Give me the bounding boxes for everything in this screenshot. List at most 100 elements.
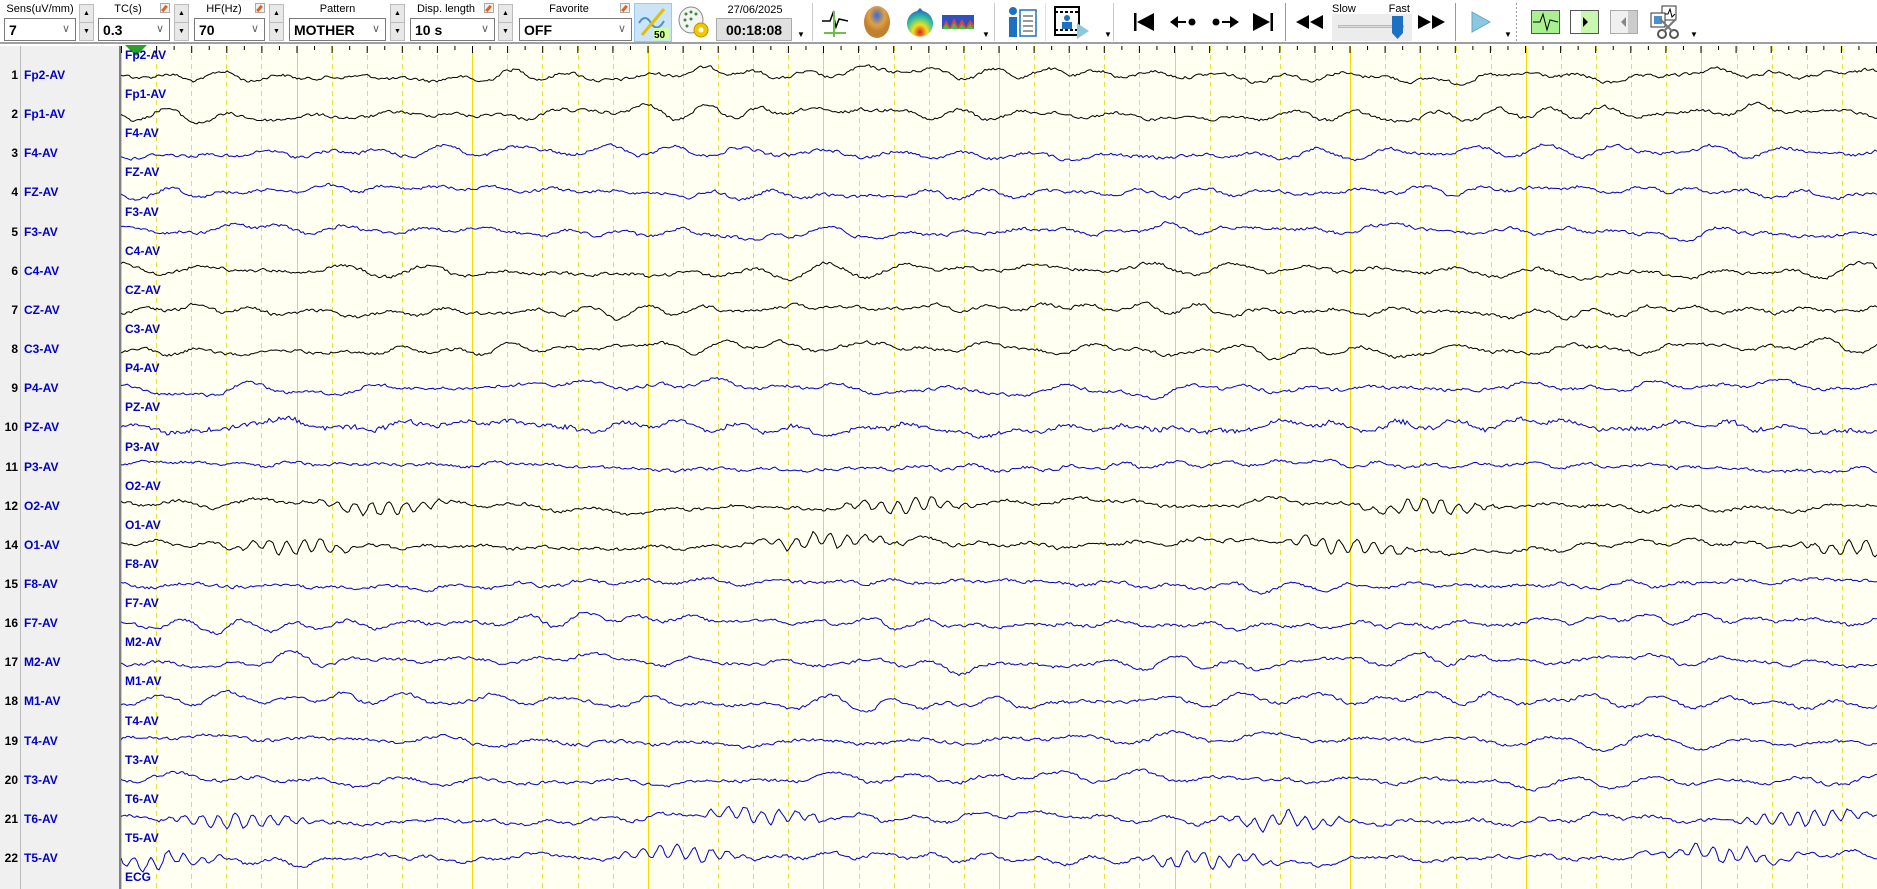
head-map-button[interactable] — [860, 5, 894, 39]
speed-slider[interactable]: Slow Fast — [1332, 3, 1412, 41]
edit-pen-icon[interactable] — [484, 3, 494, 13]
up-arrow-icon[interactable]: ▲ — [175, 5, 188, 23]
eeg-trace-area[interactable]: Fp2-AV Fp1-AV F4-AV FZ-AV F3-AV C4-AV CZ-AV C3-… — [121, 45, 1877, 889]
channel-number: 2 — [11, 107, 18, 122]
tc-select[interactable]: 0.3 ∨ — [98, 18, 170, 41]
channel-label: F8-AV — [24, 576, 58, 591]
channel-number: 11 — [5, 459, 18, 474]
fast-forward-button[interactable] — [1417, 5, 1447, 39]
step-back-button[interactable] — [1170, 5, 1198, 39]
tc-value: 0.3 — [103, 22, 123, 38]
head-3d-icon — [864, 6, 890, 38]
step-back-icon — [1170, 16, 1196, 28]
up-arrow-icon[interactable]: ▲ — [80, 5, 93, 23]
fast-forward-icon — [1418, 15, 1445, 29]
disp-length-value: 10 s — [415, 22, 443, 38]
down-arrow-icon[interactable]: ▼ — [80, 23, 93, 41]
trace-label: PZ-AV — [125, 400, 161, 415]
channel-number: 16 — [4, 616, 18, 631]
hf-value: 70 — [199, 22, 215, 38]
down-arrow-icon[interactable]: ▼ — [499, 23, 512, 41]
dropdown-arrow-icon[interactable]: ▼ — [797, 30, 805, 39]
disp-length-select[interactable]: 10 s ∨ — [410, 18, 495, 41]
dropdown-arrow-icon[interactable]: ▼ — [1504, 30, 1512, 39]
prev-event-button[interactable] — [1610, 5, 1638, 39]
chevron-down-icon: ∨ — [371, 23, 380, 35]
montage-settings-button[interactable] — [676, 5, 712, 39]
pattern-stepper[interactable]: ▲ ▼ — [390, 4, 405, 41]
rewind-button[interactable] — [1295, 5, 1325, 39]
channel-number: 12 — [4, 498, 18, 513]
clip-edit-button[interactable] — [1648, 5, 1684, 39]
video-button[interactable] — [1052, 5, 1090, 39]
channel-number: 21 — [4, 811, 18, 826]
channel-label: F4-AV — [24, 146, 58, 161]
up-arrow-icon[interactable]: ▲ — [270, 5, 283, 23]
sens-value: 7 — [9, 22, 17, 38]
channel-number: 17 — [4, 655, 18, 670]
favorite-select[interactable]: OFF ∨ — [519, 18, 632, 41]
spectrogram-button[interactable] — [941, 5, 975, 39]
up-arrow-icon[interactable]: ▲ — [499, 5, 512, 23]
chevron-down-icon: ∨ — [61, 23, 70, 35]
slider-thumb[interactable] — [1392, 16, 1403, 40]
dropdown-arrow-icon[interactable]: ▼ — [982, 30, 990, 39]
topomap-button[interactable] — [903, 5, 936, 39]
date-text: 27/06/2025 — [727, 4, 783, 16]
next-event-button[interactable] — [1570, 5, 1599, 39]
channel-label: M1-AV — [24, 694, 61, 709]
waveform-button[interactable] — [822, 5, 848, 39]
tc-stepper[interactable]: ▲ ▼ — [174, 4, 189, 41]
channel-number: 15 — [4, 576, 18, 591]
event-marker-button[interactable] — [1531, 5, 1560, 39]
channel-number: 1 — [11, 68, 18, 82]
notch-badge: 50 — [654, 30, 666, 41]
dropdown-arrow-icon[interactable]: ▼ — [1104, 30, 1112, 39]
channel-label: P3-AV — [24, 459, 59, 474]
channel-number: 7 — [11, 302, 18, 317]
channel-label: O2-AV — [24, 498, 60, 513]
sens-stepper[interactable]: ▲ ▼ — [79, 4, 94, 41]
pattern-select[interactable]: MOTHER ∨ — [289, 18, 386, 41]
play-button[interactable] — [1471, 5, 1491, 39]
hf-label: HF(Hz) — [206, 3, 242, 15]
hf-stepper[interactable]: ▲ ▼ — [269, 4, 284, 41]
channel-number: 6 — [11, 263, 18, 278]
notch-filter-button[interactable]: 50 — [634, 3, 672, 42]
skip-end-icon — [1253, 13, 1273, 31]
sens-select[interactable]: 7 ∨ — [4, 18, 76, 41]
go-to-end-button[interactable] — [1252, 5, 1274, 39]
disp-length-stepper[interactable]: ▲ ▼ — [498, 4, 513, 41]
eeg-traces — [121, 46, 1877, 889]
dropdown-arrow-icon[interactable]: ▼ — [1690, 30, 1698, 39]
channel-number: 14 — [4, 537, 18, 552]
edit-pen-icon[interactable] — [255, 3, 265, 13]
channel-label: C3-AV — [24, 342, 60, 357]
step-forward-button[interactable] — [1211, 5, 1239, 39]
channel-list: 1 Fp2-AV 2 Fp1-AV 3 F4-AV 4 FZ-AV 5 F3-AV 6 C4-AV 7 C… — [0, 46, 121, 889]
trace-label: M2-AV — [125, 635, 162, 650]
down-arrow-icon[interactable]: ▼ — [175, 23, 188, 41]
trace-label: CZ-AV — [125, 282, 161, 297]
patient-info-button[interactable] — [1005, 5, 1039, 39]
channel-label: PZ-AV — [24, 420, 60, 435]
next-event-icon — [1570, 10, 1599, 34]
disp-length-label: Disp. length — [416, 3, 476, 15]
trace-label: T5-AV — [125, 831, 159, 845]
pattern-label: Pattern — [319, 3, 356, 15]
edit-pen-icon[interactable] — [620, 3, 630, 13]
tc-label: TC(s) — [114, 3, 142, 15]
patient-info-icon — [1009, 7, 1037, 37]
channel-label: O1-AV — [24, 537, 60, 552]
up-arrow-icon[interactable]: ▲ — [391, 5, 404, 23]
green-waveform-icon — [1531, 10, 1560, 34]
channel-number: 19 — [4, 733, 18, 748]
trace-label: FZ-AV — [125, 165, 160, 180]
hf-select[interactable]: 70 ∨ — [194, 18, 265, 41]
electrode-gear-icon — [678, 6, 709, 38]
go-to-start-button[interactable] — [1133, 5, 1155, 39]
time-display[interactable]: 00:18:08 — [716, 18, 792, 41]
edit-pen-icon[interactable] — [160, 3, 170, 13]
down-arrow-icon[interactable]: ▼ — [391, 23, 404, 41]
down-arrow-icon[interactable]: ▼ — [270, 23, 283, 41]
